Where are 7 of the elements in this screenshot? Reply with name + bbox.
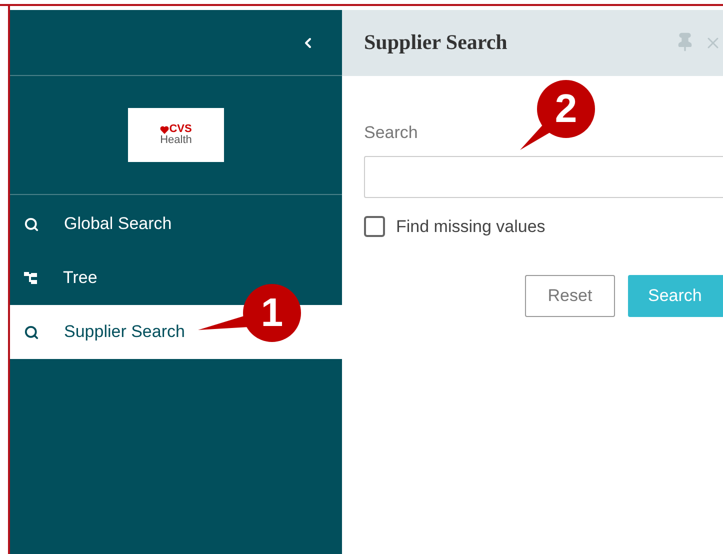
logo-brand: CVS	[169, 124, 192, 135]
checkbox-label: Find missing values	[396, 216, 546, 238]
search-label: Search	[364, 122, 419, 144]
logo-subtitle: Health	[160, 135, 192, 146]
callout-tooltip: 1	[198, 284, 301, 342]
callout-tooltip: 2	[520, 80, 595, 150]
panel-title: Supplier Search	[364, 29, 508, 56]
